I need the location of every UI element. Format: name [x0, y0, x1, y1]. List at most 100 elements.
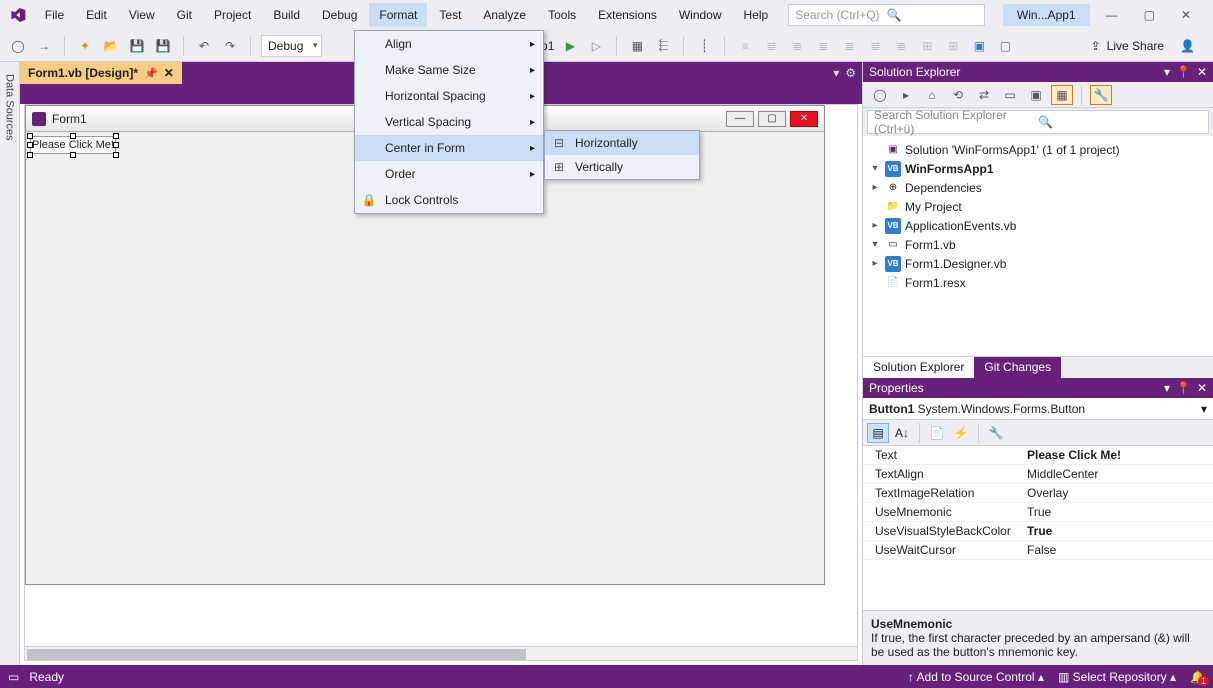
format-menu-align[interactable]: Align [355, 31, 543, 57]
format-menu[interactable]: AlignMake Same SizeHorizontal SpacingVer… [354, 30, 544, 214]
config-combo[interactable]: Debug [261, 35, 322, 57]
menu-build[interactable]: Build [263, 3, 310, 27]
property-row[interactable]: UseVisualStyleBackColorTrue [863, 522, 1213, 541]
pin-icon[interactable]: 📌 [144, 67, 158, 80]
align-icon-4[interactable]: ≣ [839, 36, 859, 56]
se-fwd-icon[interactable]: ▸ [895, 85, 917, 105]
resize-handle[interactable] [113, 142, 119, 148]
menu-analyze[interactable]: Analyze [473, 3, 536, 27]
se-showall-icon[interactable]: ▦ [1051, 85, 1073, 105]
tree-node[interactable]: ▸VBApplicationEvents.vb [865, 216, 1211, 235]
tree-node[interactable]: 📄Form1.resx [865, 273, 1211, 292]
minimize-button[interactable]: ― [1100, 4, 1124, 26]
notifications-icon[interactable]: 🔔 [1190, 670, 1205, 684]
select-repository[interactable]: ▥ Select Repository ▴ [1058, 670, 1176, 684]
live-share[interactable]: ⇪ Live Share 👤 [1081, 39, 1205, 53]
se-collapse-icon[interactable]: ▣ [1025, 85, 1047, 105]
format-menu-horizontal-spacing[interactable]: Horizontal Spacing [355, 83, 543, 109]
properties-object-selector[interactable]: Button1 System.Windows.Forms.Button ▾ [863, 398, 1213, 420]
align-icon-7[interactable]: ⊞ [917, 36, 937, 56]
tree-node[interactable]: ▾VBWinFormsApp1 [865, 159, 1211, 178]
open-icon[interactable]: 📂 [101, 36, 121, 56]
resize-handle[interactable] [27, 142, 33, 148]
format-menu-make-same-size[interactable]: Make Same Size [355, 57, 543, 83]
resize-handle[interactable] [27, 133, 33, 139]
align-icon-1[interactable]: ≣ [761, 36, 781, 56]
tree-node[interactable]: ▸VBForm1.Designer.vb [865, 254, 1211, 273]
data-sources-tab[interactable]: Data Sources [2, 68, 18, 147]
nav-back-icon[interactable]: ◯ [8, 36, 28, 56]
close-tab-icon[interactable]: ✕ [164, 66, 174, 80]
menu-file[interactable]: File [35, 3, 74, 27]
tab-solution-explorer[interactable]: Solution Explorer [863, 357, 974, 378]
new-item-icon[interactable]: ✦ [75, 36, 95, 56]
tab-git-changes[interactable]: Git Changes [974, 357, 1061, 378]
resize-handle[interactable] [70, 152, 76, 158]
tree-node[interactable]: ▾▭Form1.vb [865, 235, 1211, 254]
wrench-icon[interactable]: 🔧 [985, 423, 1007, 443]
panel-dropdown-icon[interactable]: ▾ [1164, 65, 1170, 79]
tab-dropdown-icon[interactable]: ▾ [833, 66, 839, 80]
panel-close-icon[interactable]: ✕ [1197, 65, 1207, 79]
resize-handle[interactable] [113, 152, 119, 158]
align-icon-2[interactable]: ≣ [787, 36, 807, 56]
menu-project[interactable]: Project [204, 3, 261, 27]
nav-fwd-icon[interactable]: → [34, 36, 54, 56]
layout-icon[interactable]: ▦ [627, 36, 647, 56]
align-icon-8[interactable]: ⊞ [943, 36, 963, 56]
resize-handle[interactable] [27, 152, 33, 158]
start-nodebug-icon[interactable]: ▷ [586, 36, 606, 56]
se-sync-icon[interactable]: ⟲ [947, 85, 969, 105]
se-filter-icon[interactable]: ▭ [999, 85, 1021, 105]
close-button[interactable]: ✕ [1175, 4, 1197, 26]
alphabetical-icon[interactable]: A↓ [891, 423, 913, 443]
form-minimize-icon[interactable]: ― [726, 111, 754, 127]
tab-order-icon[interactable]: ≡ [735, 36, 755, 56]
order-back-icon[interactable]: ▢ [995, 36, 1015, 56]
format-menu-order[interactable]: Order [355, 161, 543, 187]
format-menu-center-in-form[interactable]: Center in Form [355, 135, 543, 161]
maximize-button[interactable]: ▢ [1138, 4, 1161, 26]
menu-help[interactable]: Help [734, 3, 779, 27]
align-icon-3[interactable]: ≣ [813, 36, 833, 56]
events-icon[interactable]: ⚡ [950, 423, 972, 443]
property-row[interactable]: UseMnemonicTrue [863, 503, 1213, 522]
se-back-icon[interactable]: ◯ [869, 85, 891, 105]
solution-explorer-search[interactable]: Search Solution Explorer (Ctrl+ü) 🔍 [867, 110, 1209, 134]
align-icon-5[interactable]: ≣ [865, 36, 885, 56]
chevron-down-icon[interactable]: ▾ [1201, 402, 1207, 416]
grid-icon[interactable]: ┊ [694, 36, 714, 56]
property-row[interactable]: TextPlease Click Me! [863, 446, 1213, 465]
se-properties-icon[interactable]: 🔧 [1090, 85, 1112, 105]
resize-handle[interactable] [113, 133, 119, 139]
gear-icon[interactable]: ⚙ [845, 66, 856, 80]
panel-dropdown-icon[interactable]: ▾ [1164, 381, 1170, 395]
search-box[interactable]: Search (Ctrl+Q) 🔍 [788, 4, 985, 26]
start-debug-icon[interactable]: ▶ [560, 36, 580, 56]
panel-pin-icon[interactable]: 📍 [1176, 381, 1191, 395]
menu-edit[interactable]: Edit [76, 3, 117, 27]
property-row[interactable]: TextAlignMiddleCenter [863, 465, 1213, 484]
properties-grid[interactable]: TextPlease Click Me!TextAlignMiddleCente… [863, 446, 1213, 610]
menu-extensions[interactable]: Extensions [588, 3, 667, 27]
center-vertically[interactable]: ⊞Vertically [545, 155, 699, 179]
tree-node[interactable]: 📁My Project [865, 197, 1211, 216]
center-in-form-submenu[interactable]: ⊟Horizontally⊞Vertically [544, 130, 700, 180]
properties-page-icon[interactable]: 📄 [926, 423, 948, 443]
align-left-icon[interactable]: ⬱ [653, 36, 673, 56]
menu-tools[interactable]: Tools [538, 3, 586, 27]
order-front-icon[interactable]: ▣ [969, 36, 989, 56]
categorized-icon[interactable]: ▤ [867, 423, 889, 443]
menu-format[interactable]: Format [369, 3, 427, 27]
solution-explorer-tree[interactable]: ▣Solution 'WinFormsApp1' (1 of 1 project… [863, 136, 1213, 356]
tree-node[interactable]: ▣Solution 'WinFormsApp1' (1 of 1 project… [865, 140, 1211, 159]
add-source-control[interactable]: ↑ Add to Source Control ▴ [908, 670, 1044, 684]
document-tab[interactable]: Form1.vb [Design]* 📌 ✕ [20, 62, 182, 84]
menu-test[interactable]: Test [429, 3, 471, 27]
form-close-icon[interactable]: ✕ [790, 111, 818, 127]
save-icon[interactable]: 💾 [127, 36, 147, 56]
save-all-icon[interactable]: 💾 [153, 36, 173, 56]
se-home-icon[interactable]: ⌂ [921, 85, 943, 105]
resize-handle[interactable] [70, 133, 76, 139]
horizontal-scrollbar[interactable] [25, 646, 857, 661]
